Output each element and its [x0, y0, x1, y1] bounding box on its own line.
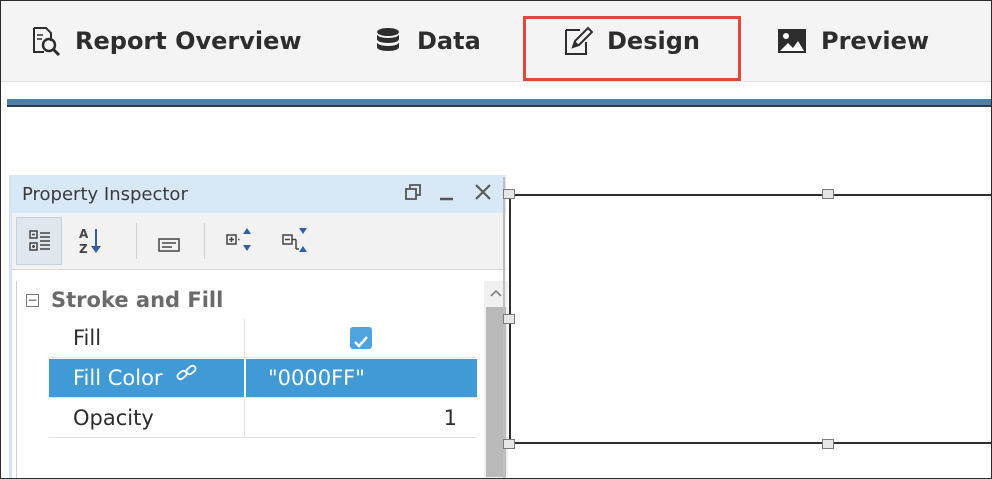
inspector-toolbar: A Z	[12, 213, 506, 270]
resize-handle-bottom-center[interactable]	[822, 439, 834, 449]
resize-handle-top-left[interactable]	[503, 189, 515, 199]
property-grid: − Stroke and Fill Fill Fill Color "0000F…	[16, 281, 509, 478]
section-stroke-and-fill[interactable]: − Stroke and Fill	[17, 281, 477, 319]
collapse-all-icon	[282, 227, 310, 259]
collapse-section-toggle[interactable]: −	[26, 294, 39, 307]
tab-report-overview[interactable]: Report Overview	[31, 1, 302, 81]
database-icon	[373, 26, 403, 56]
panel-title: Property Inspector	[22, 184, 188, 205]
section-label: Stroke and Fill	[51, 288, 224, 312]
design-tab-highlight	[523, 16, 741, 81]
expand-all-icon	[226, 227, 254, 259]
property-value[interactable]: "0000FF"	[246, 359, 477, 397]
svg-text:A: A	[79, 227, 89, 241]
sort-alphabetical-button[interactable]: A Z	[68, 217, 114, 265]
property-name: Fill	[49, 319, 245, 357]
resize-handle-bottom-left[interactable]	[503, 439, 515, 449]
panel-divider	[503, 177, 505, 478]
panel-header: Property Inspector	[12, 175, 506, 213]
resize-handle-top-center[interactable]	[822, 189, 834, 199]
selected-shape[interactable]	[509, 194, 991, 444]
restore-icon[interactable]	[402, 182, 424, 206]
image-preview-icon	[777, 26, 807, 56]
property-row-opacity[interactable]: Opacity 1	[49, 399, 477, 438]
tab-data[interactable]: Data	[373, 1, 481, 81]
divider	[7, 105, 991, 107]
report-designer-window: Report Overview Data Design Preview Prop…	[0, 0, 992, 479]
property-inspector-panel: Property Inspector A Z − Stroke and Fill…	[9, 175, 509, 478]
tab-preview[interactable]: Preview	[777, 1, 929, 81]
resize-handle-middle-left[interactable]	[503, 314, 515, 324]
categorized-icon	[29, 230, 51, 256]
minimize-icon[interactable]	[436, 182, 458, 206]
fill-checkbox[interactable]	[350, 327, 372, 349]
property-row-fill[interactable]: Fill	[49, 319, 477, 358]
property-name: Opacity	[49, 399, 245, 437]
svg-text:Z: Z	[79, 242, 88, 256]
property-row-fill-color[interactable]: Fill Color "0000FF"	[49, 359, 477, 398]
report-overview-icon	[31, 26, 61, 57]
tab-label: Preview	[821, 27, 930, 55]
property-value[interactable]: 1	[246, 399, 477, 437]
binding-link-icon	[175, 358, 199, 396]
description-icon	[158, 237, 180, 256]
collapse-all-button[interactable]	[272, 217, 318, 265]
expand-all-button[interactable]	[216, 217, 262, 265]
property-name: Fill Color	[49, 359, 245, 397]
sort-alpha-icon: A Z	[78, 225, 104, 261]
show-description-button[interactable]	[146, 217, 192, 265]
property-value	[246, 319, 477, 357]
tab-bar: Report Overview Data Design Preview	[1, 1, 991, 82]
tab-label: Report Overview	[75, 27, 302, 55]
close-icon[interactable]	[472, 182, 494, 206]
categorized-view-button[interactable]	[16, 217, 62, 265]
tab-label: Data	[417, 27, 481, 55]
